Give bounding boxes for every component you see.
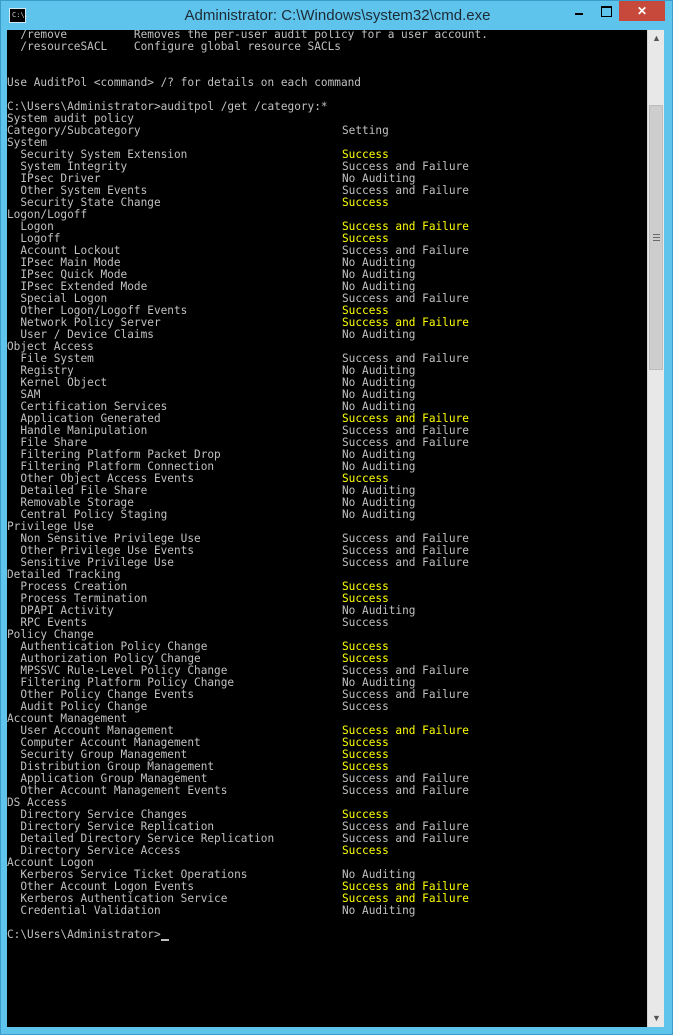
console-line: User / Device Claims No Auditing [7, 329, 647, 341]
console-output[interactable]: /remove Removes the per-user audit polic… [7, 30, 647, 1027]
console-line-text: C:\Users\Administrator> [7, 928, 161, 941]
vertical-scrollbar[interactable]: ▲ ▼ [647, 30, 664, 1027]
console-line: Logon/Logoff [7, 209, 647, 221]
audit-setting: Success [342, 844, 389, 857]
minimize-button[interactable] [565, 1, 593, 21]
audit-setting: No Auditing [342, 904, 416, 917]
audit-setting: Success [342, 616, 389, 629]
audit-setting: Success [342, 196, 389, 209]
console-line: /resourceSACL Configure global resource … [7, 41, 647, 53]
audit-setting: Success and Failure [342, 784, 469, 797]
title-bar[interactable]: C:\. Administrator: C:\Windows\system32\… [1, 1, 673, 31]
close-button[interactable]: ✕ [619, 1, 665, 21]
console-line: Use AuditPol <command> /? for details on… [7, 77, 647, 89]
scroll-thumb[interactable] [649, 105, 663, 370]
maximize-button[interactable] [593, 1, 619, 21]
console-line: DPAPI Activity No Auditing [7, 605, 647, 617]
console-line-text: Use AuditPol <command> /? for details on… [7, 76, 361, 89]
console-line: RPC Events Success [7, 617, 647, 629]
console-line-text: /resourceSACL Configure global resource … [7, 40, 341, 53]
console-line: Credential Validation No Auditing [7, 905, 647, 917]
scroll-down-icon[interactable]: ▼ [648, 1010, 665, 1027]
console-line-text: Credential Validation [7, 904, 161, 917]
console-line: File System Success and Failure [7, 353, 647, 365]
text-cursor [160, 939, 169, 941]
close-icon: ✕ [636, 4, 648, 18]
console-line: Directory Service Access Success [7, 845, 647, 857]
grip-icon [653, 234, 660, 241]
cmd-window: C:\. Administrator: C:\Windows\system32\… [0, 0, 673, 1035]
console-line: Other Account Management Events Success a… [7, 785, 647, 797]
audit-setting: Success and Failure [342, 556, 469, 569]
audit-setting: No Auditing [342, 508, 416, 521]
console-line: Security State Change Success [7, 197, 647, 209]
scroll-up-icon[interactable]: ▲ [648, 30, 665, 47]
console-line: Logon Success and Failure [7, 221, 647, 233]
audit-setting: No Auditing [342, 328, 416, 341]
console-lines: /remove Removes the per-user audit polic… [7, 30, 647, 941]
console-line: Handle Manipulation Success and Failure [7, 425, 647, 437]
console-line: C:\Users\Administrator> [7, 929, 647, 941]
console-line: Kernel Object No Auditing [7, 377, 647, 389]
console-line: System Integrity Success and Failure [7, 161, 647, 173]
console-line: Object Access [7, 341, 647, 353]
audit-setting: Setting [342, 124, 389, 137]
audit-setting: Success [342, 700, 389, 713]
console-line: Category/Subcategory Setting [7, 125, 647, 137]
console-line: Central Policy Staging No Auditing [7, 509, 647, 521]
